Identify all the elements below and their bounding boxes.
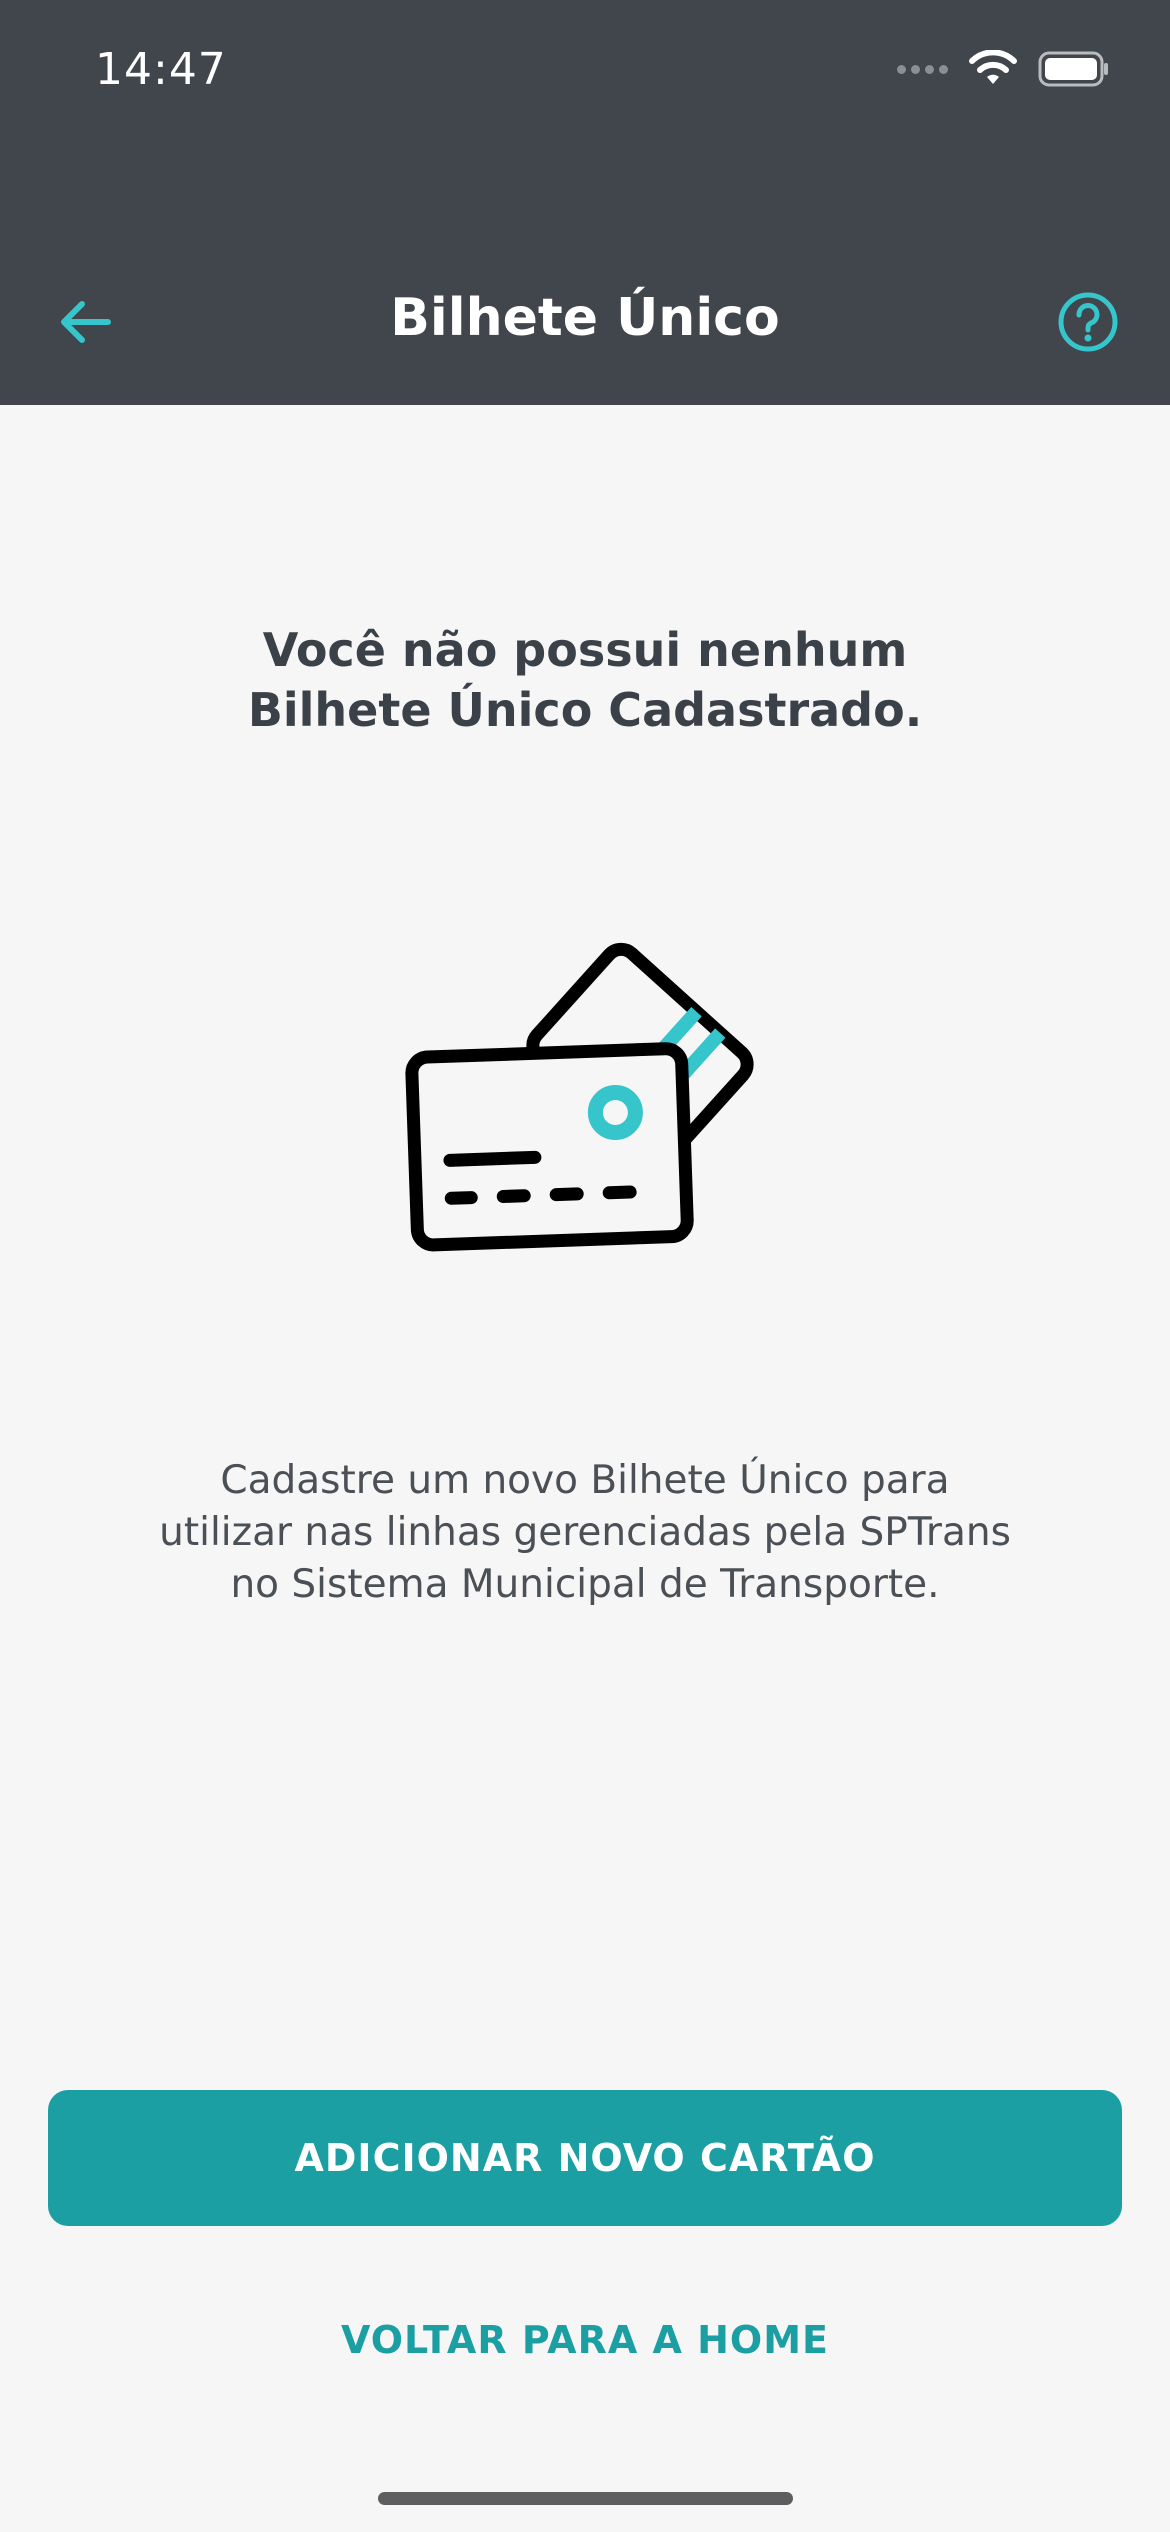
empty-state-headline: Você não possui nenhum Bilhete Único Cad… (0, 620, 1170, 740)
status-time: 14:47 (95, 44, 227, 95)
home-indicator[interactable] (378, 2492, 793, 2505)
page-title: Bilhete Único (390, 288, 780, 348)
description-line: utilizar nas linhas gerenciadas pela SPT… (159, 1510, 1011, 1555)
status-icons (897, 50, 1110, 88)
cards-icon (405, 942, 754, 1252)
cellular-signal-icon (897, 64, 948, 74)
help-button[interactable] (1056, 290, 1120, 354)
help-circle-icon (1058, 292, 1118, 352)
navigation-bar: Bilhete Único (0, 270, 1170, 370)
headline-line: Você não possui nenhum (262, 623, 908, 677)
headline-line: Bilhete Único Cadastrado. (247, 683, 923, 737)
add-new-card-button[interactable]: ADICIONAR NOVO CARTÃO (48, 2090, 1122, 2226)
back-to-home-link[interactable]: VOLTAR PARA A HOME (0, 2318, 1170, 2362)
description-line: no Sistema Municipal de Transporte. (230, 1562, 940, 1607)
description-line: Cadastre um novo Bilhete Único para (220, 1458, 950, 1503)
empty-state-description: Cadastre um novo Bilhete Único para util… (0, 1455, 1170, 1611)
screen: 14:47 Bilhete Único Você não possui nenh… (0, 0, 1170, 2532)
battery-icon (1038, 51, 1108, 87)
wifi-icon (969, 50, 1017, 84)
app-header: 14:47 Bilhete Único (0, 0, 1170, 405)
